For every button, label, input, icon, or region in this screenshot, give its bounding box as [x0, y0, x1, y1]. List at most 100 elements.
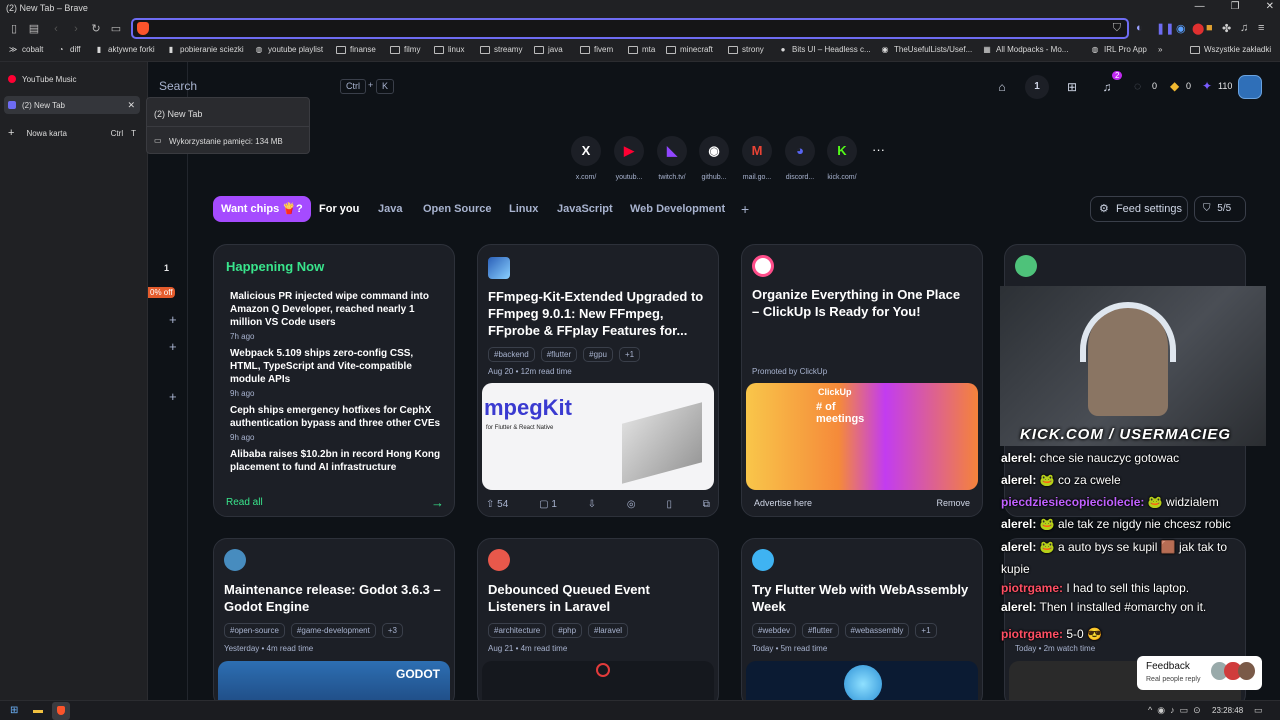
- bookmark-item[interactable]: ▮ aktywne forki: [94, 45, 155, 54]
- bookmark-item[interactable]: linux: [434, 45, 464, 54]
- award-icon[interactable]: ◎: [627, 499, 636, 510]
- tab-new-tab[interactable]: (2) New Tab ✕: [4, 96, 140, 114]
- media-pause-icon[interactable]: ❚❚: [1156, 22, 1174, 35]
- post-card[interactable]: Maintenance release: Godot 3.6.3 – Godot…: [213, 538, 455, 708]
- shortcut-tile[interactable]: ◉ github...: [697, 136, 731, 181]
- bookmark-item[interactable]: filmy: [390, 45, 420, 54]
- comment-button[interactable]: ▢ 1: [539, 499, 557, 510]
- bookmark-item[interactable]: java: [534, 45, 563, 54]
- tag[interactable]: #flutter: [540, 347, 578, 362]
- promo-badge[interactable]: 0% off: [148, 287, 175, 298]
- link-icon[interactable]: ⧉: [703, 499, 710, 510]
- bookmark-item[interactable]: mta: [628, 45, 655, 54]
- feed-settings-button[interactable]: ⚙ Feed settings: [1090, 196, 1188, 222]
- bookmark-item[interactable]: strony: [728, 45, 764, 54]
- tag[interactable]: #game-development: [290, 623, 376, 638]
- extension-blue-icon[interactable]: ◉: [1176, 22, 1186, 35]
- bookmark-item[interactable]: ▦ All Modpacks - Mo...: [982, 45, 1068, 54]
- bookmark-item[interactable]: ◍ youtube playlist: [254, 45, 324, 54]
- tag[interactable]: +1: [618, 347, 641, 362]
- bookmark-icon[interactable]: ▯: [666, 499, 672, 510]
- brave-vpn-icon[interactable]: ◐: [1136, 22, 1143, 34]
- file-explorer-icon[interactable]: ▬: [33, 705, 43, 716]
- bookmark-item[interactable]: finanse: [336, 45, 376, 54]
- nav-add-icon[interactable]: +: [169, 389, 177, 404]
- list-item[interactable]: Malicious PR injected wipe command into …: [230, 290, 442, 341]
- streak-counter[interactable]: 1: [1025, 75, 1049, 99]
- tag[interactable]: #gpu: [583, 347, 613, 362]
- post-card[interactable]: Debounced Queued Event Listeners in Lara…: [477, 538, 719, 708]
- forward-icon[interactable]: ›: [68, 21, 84, 37]
- feed-counter[interactable]: ⛉ 5/5: [1194, 196, 1246, 222]
- bookmark-item[interactable]: ▮ pobieranie sciezki: [166, 45, 244, 54]
- tag[interactable]: #webdev: [752, 623, 797, 638]
- feed-chip[interactable]: Open Source: [415, 196, 499, 222]
- post-card[interactable]: Try Flutter Web with WebAssembly Week #w…: [741, 538, 983, 708]
- music-icon[interactable]: ♫: [1240, 22, 1248, 34]
- briefcase-icon[interactable]: ⌂: [990, 75, 1014, 99]
- new-tab-button[interactable]: + Nowa karta Ctrl T: [4, 124, 140, 142]
- tab-grid-icon[interactable]: ▤: [26, 21, 42, 37]
- extension-red-icon[interactable]: ⬤: [1192, 22, 1204, 35]
- tag[interactable]: #laravel: [588, 623, 629, 638]
- squads-icon[interactable]: ⊞: [1060, 75, 1084, 99]
- maximize-icon[interactable]: ❐: [1231, 1, 1240, 12]
- list-item[interactable]: Alibaba raises $10.2bn in record Hong Ko…: [230, 448, 442, 474]
- downvote-icon[interactable]: ⇩: [588, 499, 596, 510]
- upvote-button[interactable]: ⇧ 54: [486, 499, 508, 510]
- remove-ad-button[interactable]: Remove: [936, 498, 970, 508]
- shortcuts-more-icon[interactable]: ···: [872, 142, 885, 157]
- tag[interactable]: #webassembly: [844, 623, 910, 638]
- nav-add-icon[interactable]: +: [169, 312, 177, 327]
- windows-start-icon[interactable]: ⊞: [10, 705, 18, 716]
- tag[interactable]: #flutter: [802, 623, 839, 638]
- feedback-widget[interactable]: Feedback Real people reply: [1137, 656, 1262, 690]
- address-bar[interactable]: ⛉: [131, 18, 1129, 39]
- menu-icon[interactable]: ≡: [1258, 22, 1264, 34]
- shortcut-tile[interactable]: ◣ twitch.tv/: [655, 136, 689, 181]
- bookmark-item[interactable]: minecraft: [666, 45, 713, 54]
- list-item[interactable]: Webpack 5.109 ships zero-config CSS, HTM…: [230, 347, 442, 398]
- reload-icon[interactable]: ↻: [88, 21, 104, 37]
- bookmark-item[interactable]: fivem: [580, 45, 613, 54]
- all-bookmarks-button[interactable]: Wszystkie zakładki: [1190, 45, 1271, 54]
- read-all-link[interactable]: Read all: [226, 497, 263, 508]
- ad-card[interactable]: Organize Everything in One Place – Click…: [741, 244, 983, 517]
- shortcut-tile[interactable]: Mmail.go...: [740, 136, 774, 181]
- post-card[interactable]: FFmpeg-Kit-Extended Upgraded to FFmpeg 9…: [477, 244, 719, 517]
- tag[interactable]: +1: [915, 623, 937, 638]
- close-tab-icon[interactable]: ✕: [127, 100, 135, 111]
- tag[interactable]: #php: [552, 623, 583, 638]
- shortcut-tile[interactable]: ◕ discord...: [783, 136, 817, 181]
- arrow-right-icon[interactable]: →: [431, 495, 444, 510]
- bookmark-item[interactable]: ◍ IRL Pro App: [1090, 45, 1147, 54]
- shortcut-tile[interactable]: Xx.com/: [569, 136, 603, 181]
- feed-chip[interactable]: JavaScript: [549, 196, 621, 222]
- notification-center-icon[interactable]: ▭: [1254, 705, 1263, 716]
- bookmark-item[interactable]: ◔ diff: [56, 45, 81, 54]
- tray-icons[interactable]: ^◉♪▭⊙: [1148, 705, 1206, 716]
- advertise-link[interactable]: Advertise here: [754, 498, 812, 508]
- tag[interactable]: #architecture: [488, 623, 547, 638]
- bookmarks-overflow-icon[interactable]: »: [1158, 45, 1162, 54]
- list-item[interactable]: Ceph ships emergency hotfixes for CephX …: [230, 404, 442, 442]
- bookmark-item[interactable]: ● Bits UI – Headless c...: [778, 45, 871, 54]
- brave-shields-icon[interactable]: ⛉: [1113, 22, 1121, 35]
- nav-add-icon[interactable]: +: [169, 339, 177, 354]
- feed-chip[interactable]: Web Development: [622, 196, 733, 222]
- tag[interactable]: #open-source: [224, 623, 285, 638]
- shortcut-tile[interactable]: ▶ youtub...: [612, 136, 646, 181]
- feed-chip[interactable]: For you: [311, 196, 367, 222]
- clock[interactable]: 23:28:48: [1212, 706, 1243, 715]
- add-feed-button[interactable]: +: [733, 196, 757, 222]
- tag[interactable]: +3: [381, 623, 403, 638]
- bookmark-page-icon[interactable]: ▭: [108, 21, 124, 37]
- minimize-icon[interactable]: —: [1195, 1, 1205, 12]
- sidebar-toggle-icon[interactable]: ▯: [6, 21, 22, 37]
- feed-chip[interactable]: Linux: [501, 196, 546, 222]
- search-bar[interactable]: Search Ctrl + K: [148, 72, 398, 100]
- close-icon[interactable]: ✕: [1266, 1, 1274, 12]
- avatar[interactable]: [1238, 75, 1262, 99]
- extension-orange-icon[interactable]: ■: [1206, 22, 1213, 34]
- bookmark-item[interactable]: ◉ TheUsefulLists/Usef...: [880, 45, 973, 54]
